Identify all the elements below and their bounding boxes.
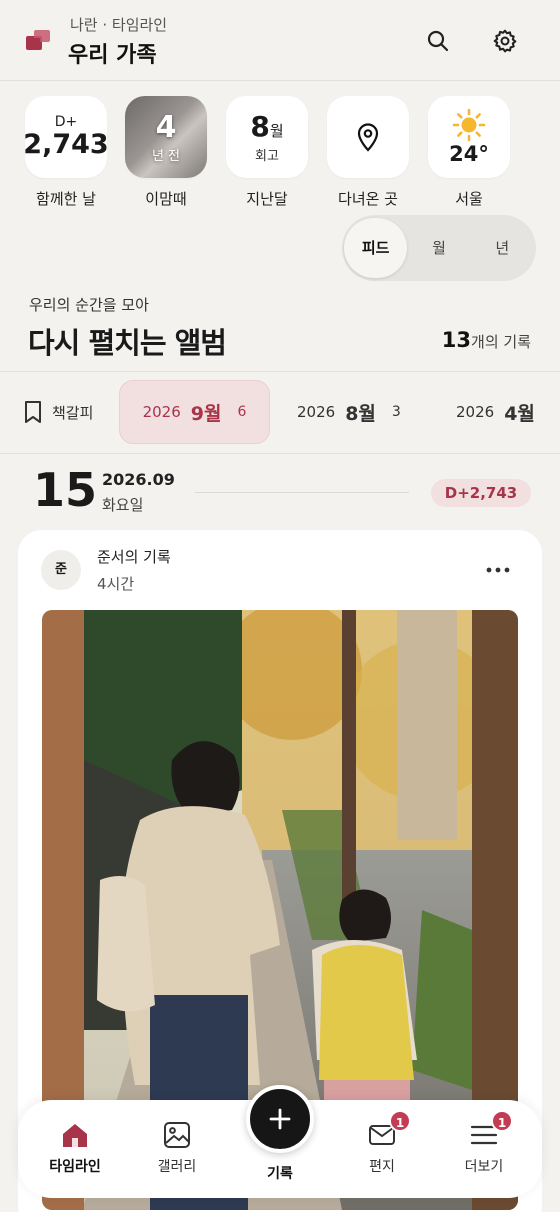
view-option-feed[interactable]: 피드 — [344, 218, 408, 278]
nav-tab-more[interactable]: 1 더보기 — [439, 1110, 529, 1176]
more-options-button[interactable] — [480, 558, 516, 582]
plus-icon — [269, 1108, 291, 1130]
month-chip-2026-08[interactable]: 2026 8월 3 — [297, 380, 401, 444]
map-pin-icon — [357, 123, 379, 152]
post-author[interactable]: 준서의 기록 — [97, 546, 171, 567]
nav-label: 갤러리 — [157, 1159, 197, 1175]
stat-card-places[interactable] — [327, 96, 409, 178]
add-record-button[interactable] — [246, 1085, 314, 1153]
notification-badge: 1 — [389, 1110, 411, 1132]
stat-month-value: 8 — [250, 110, 270, 143]
stat-month-unit: 월 — [269, 122, 284, 140]
stat-label: 다녀온 곳 — [338, 190, 398, 208]
search-button[interactable] — [418, 21, 458, 61]
dday-badge: D+2,743 — [431, 479, 531, 507]
nav-tab-timeline[interactable]: 타임라인 — [30, 1120, 120, 1176]
app-logo — [26, 30, 52, 52]
view-option-month[interactable]: 월 — [407, 218, 470, 278]
view-toggle: 피드 월 년 — [342, 215, 536, 281]
chip-month: 9월 — [190, 402, 222, 425]
day-divider — [195, 492, 409, 493]
nav-tab-gallery[interactable]: 갤러리 — [132, 1120, 222, 1176]
header-subtitle: 나란 · 타임라인 — [70, 16, 168, 34]
nav-label-record: 기록 — [267, 1166, 293, 1182]
chip-count: 3 — [391, 404, 401, 420]
chip-year: 2026 — [297, 403, 336, 421]
divider — [0, 453, 560, 454]
stat-years-ago-value: 4 — [155, 110, 177, 145]
stat-card-weather[interactable]: 24° — [428, 96, 510, 178]
chip-month: 4월 — [504, 402, 535, 425]
record-count: 13개의 기록 — [442, 328, 531, 352]
settings-button[interactable] — [485, 21, 525, 61]
avatar[interactable]: 준 — [41, 550, 81, 590]
month-chip-2026-09[interactable]: 2026 9월 6 — [119, 380, 270, 444]
stat-years-ago-sub: 년 전 — [151, 149, 181, 164]
image-icon — [164, 1122, 190, 1148]
stat-label: 서울 — [455, 190, 483, 208]
stat-dday-prefix: D+ — [54, 114, 78, 130]
day-year-month: 2026.09 — [102, 470, 175, 489]
weather-temp: 24° — [449, 142, 489, 166]
header-divider — [0, 80, 560, 81]
album-title: 다시 펼치는 앨범 — [28, 326, 227, 360]
nav-label: 타임라인 — [49, 1159, 101, 1175]
stat-label: 함께한 날 — [36, 190, 96, 208]
nav-label: 더보기 — [464, 1159, 504, 1175]
bookmark-icon — [25, 401, 41, 423]
chip-year: 2026 — [456, 403, 495, 421]
post-time: 4시간 — [97, 575, 135, 593]
stat-month-sub: 회고 — [255, 149, 279, 164]
chip-year: 2026 — [142, 403, 181, 421]
stat-label: 이맘때 — [145, 190, 187, 208]
nav-label: 편지 — [369, 1159, 395, 1175]
bookmark-filter[interactable]: 책갈피 — [24, 380, 93, 444]
day-weekday: 화요일 — [102, 496, 144, 514]
stat-card-last-month[interactable]: 8월 회고 — [226, 96, 308, 178]
divider — [0, 371, 560, 372]
notification-badge: 1 — [491, 1110, 513, 1132]
record-count-value: 13 — [441, 328, 472, 352]
chip-count: 6 — [237, 404, 247, 420]
month-chip-2026-04[interactable]: 2026 4월 — [456, 380, 535, 444]
nav-tab-letters[interactable]: 1 편지 — [337, 1110, 427, 1176]
sun-icon — [452, 108, 486, 142]
album-eyebrow: 우리의 순간을 모아 — [29, 296, 149, 314]
stat-label: 지난달 — [246, 190, 288, 208]
search-icon — [427, 30, 449, 52]
day-number: 15 — [33, 463, 98, 517]
stat-dday-value: 2,743 — [23, 129, 109, 160]
chip-month: 8월 — [345, 402, 376, 425]
page-title: 우리 가족 — [68, 43, 157, 68]
more-icon — [486, 567, 510, 573]
bookmark-label: 책갈피 — [52, 403, 94, 422]
stat-card-days-together[interactable]: D+ 2,743 — [23, 96, 109, 178]
record-count-suffix: 개의 기록 — [471, 333, 531, 351]
home-icon — [63, 1124, 87, 1147]
stat-card-this-time[interactable]: 4 년 전 — [125, 96, 207, 178]
gear-icon — [493, 29, 517, 53]
view-option-year[interactable]: 년 — [471, 218, 534, 278]
